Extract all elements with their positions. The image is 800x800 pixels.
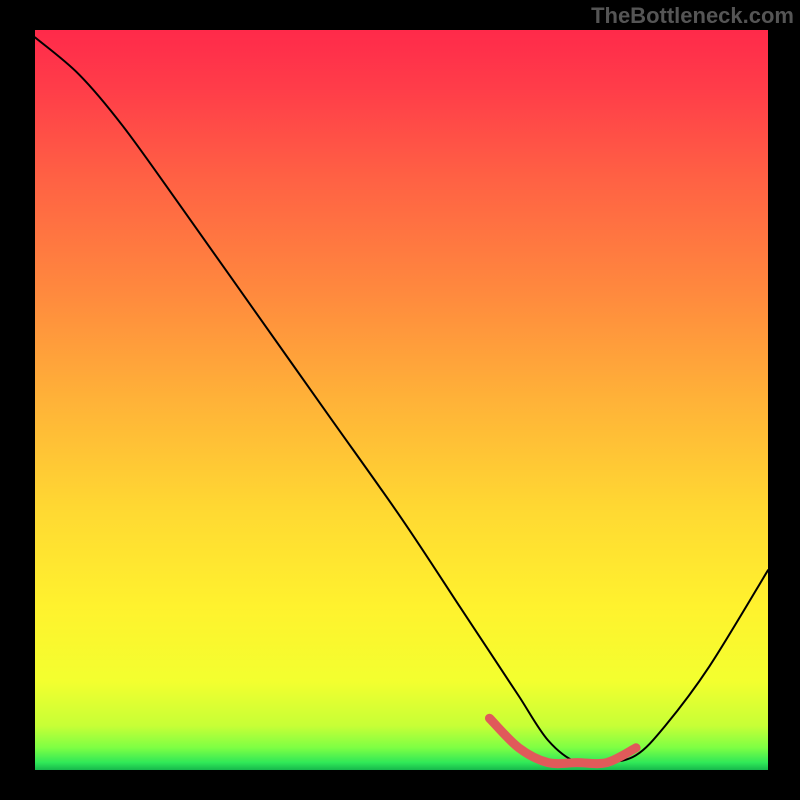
watermark-text: TheBottleneck.com	[591, 3, 794, 29]
bottleneck-chart	[0, 0, 800, 800]
gradient-background	[35, 30, 768, 770]
